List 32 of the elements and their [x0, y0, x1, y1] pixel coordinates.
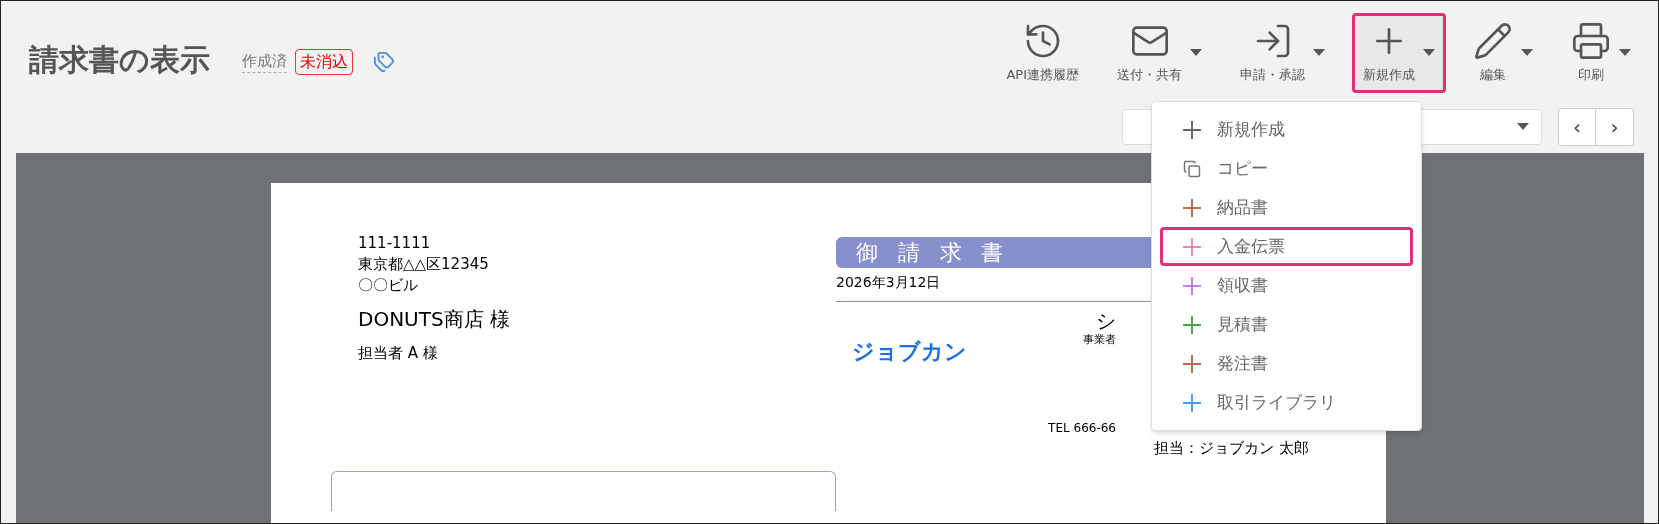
status-tag: 未消込: [295, 48, 353, 75]
page-title: 請求書の表示: [29, 41, 210, 79]
menu-item[interactable]: 入金伝票: [1160, 227, 1413, 266]
tags-icon[interactable]: [373, 50, 395, 73]
status-label: 作成済: [242, 49, 287, 74]
menu-item[interactable]: 見積書: [1160, 305, 1413, 344]
toolbar-button[interactable]: 編集: [1462, 13, 1544, 93]
address-line: 〇〇ビル: [358, 275, 419, 296]
menu-item[interactable]: 新規作成: [1160, 110, 1413, 149]
menu-item[interactable]: 納品書: [1160, 188, 1413, 227]
address-line: 111-1111: [358, 233, 432, 254]
previous-button[interactable]: ‹: [1558, 108, 1596, 146]
menu-item[interactable]: コピー: [1160, 149, 1413, 188]
issuer-contact: 担当：ジョブカン 太郎: [1154, 437, 1309, 459]
menu-item[interactable]: 発注書: [1160, 344, 1413, 383]
toolbar-button[interactable]: 申請・承認: [1229, 13, 1336, 93]
toolbar-button[interactable]: 印刷: [1560, 13, 1642, 93]
caret-icon: [1517, 123, 1529, 131]
toolbar-button[interactable]: API連携履歴: [995, 13, 1090, 93]
recipient-contact: 担当者 A 様: [358, 343, 439, 364]
toolbar-button[interactable]: 送付・共有: [1106, 13, 1213, 93]
issuer-name: シ: [1096, 310, 1116, 332]
toolbar-button[interactable]: 新規作成: [1352, 13, 1446, 93]
recipient-name: DONUTS商店 様: [358, 306, 511, 333]
address-line: 東京都△△区12345: [358, 254, 490, 275]
printer-icon: [1571, 21, 1611, 62]
menu-item[interactable]: 取引ライブラリ: [1160, 383, 1413, 422]
issuer-label: 事業者: [1083, 332, 1116, 348]
issuer-phone: TEL 666-66: [1048, 419, 1116, 437]
pencil-icon: [1473, 21, 1513, 62]
next-button[interactable]: ›: [1596, 108, 1634, 146]
company-logo: ジョブカン: [852, 338, 967, 366]
